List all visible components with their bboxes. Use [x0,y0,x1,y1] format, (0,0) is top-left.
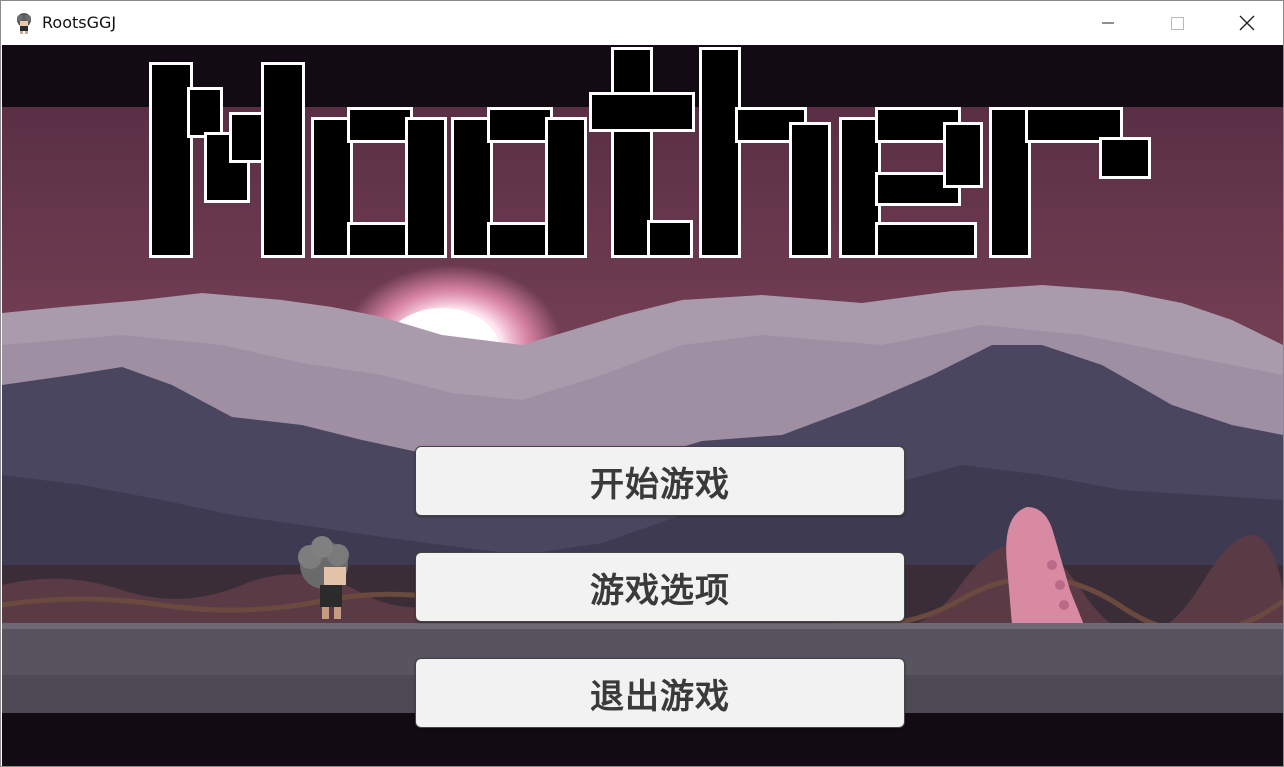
game-logo [149,47,1151,258]
start-game-button[interactable]: 开始游戏 [415,446,905,516]
game-window: RootsGGJ 开始游戏 游戏选项 退出游戏 [0,0,1284,767]
title-bar[interactable]: RootsGGJ [1,1,1283,45]
minimize-icon [1102,22,1114,24]
minimize-button[interactable] [1073,1,1143,45]
app-icon [17,13,31,34]
game-viewport[interactable]: 开始游戏 游戏选项 退出游戏 [2,45,1283,766]
close-icon [1239,15,1255,31]
maximize-button[interactable] [1142,1,1212,45]
close-button[interactable] [1212,1,1282,45]
maximize-icon [1171,17,1184,30]
game-options-button[interactable]: 游戏选项 [415,552,905,622]
quit-game-button[interactable]: 退出游戏 [415,658,905,728]
window-title: RootsGGJ [42,13,117,32]
